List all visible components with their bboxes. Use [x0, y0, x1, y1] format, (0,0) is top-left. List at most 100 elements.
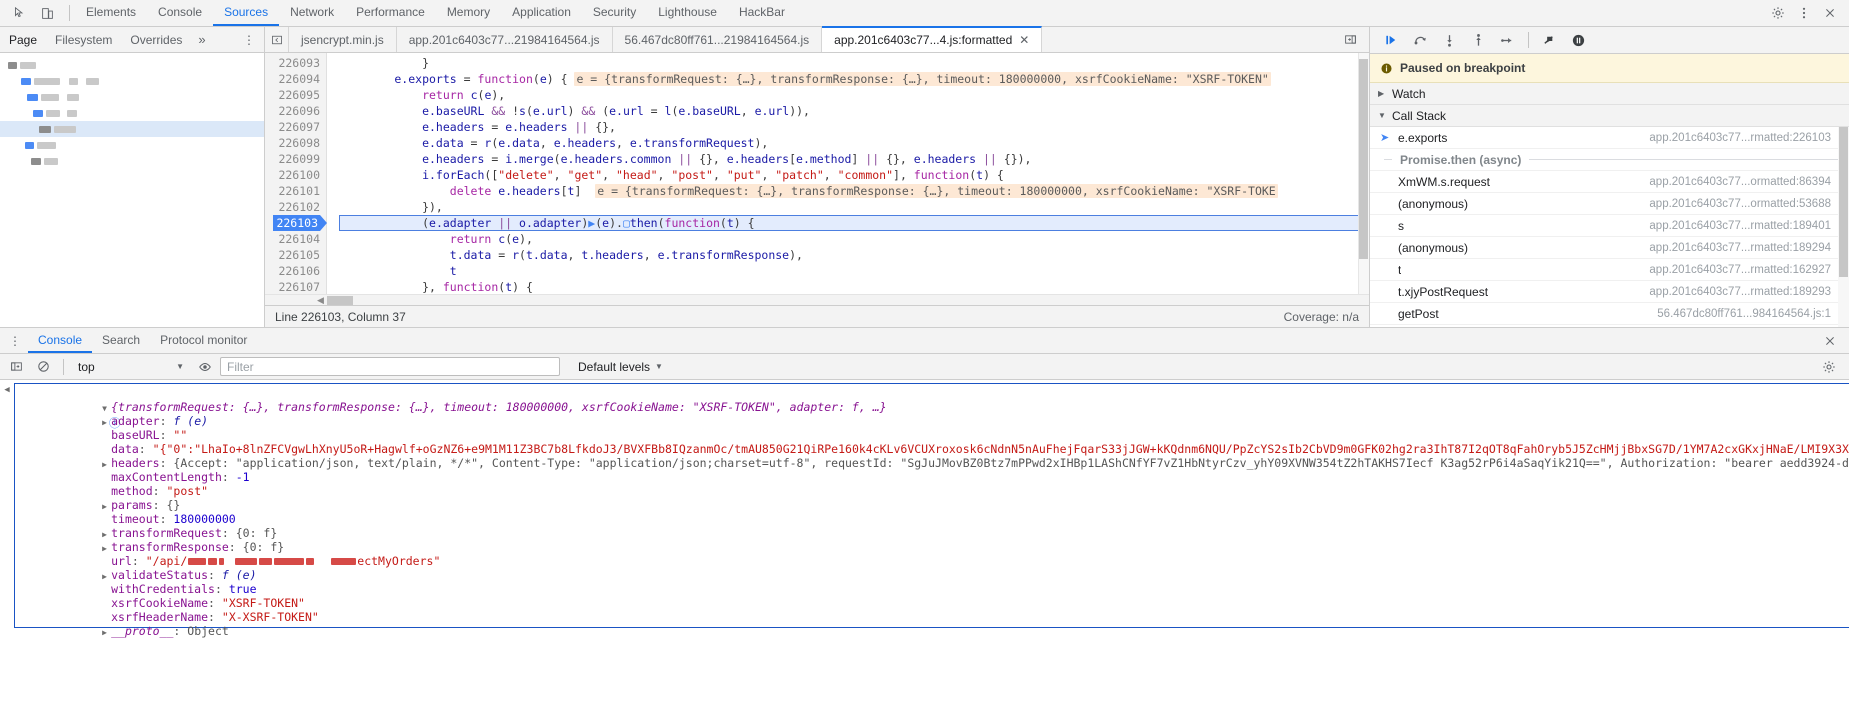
- object-property-row: baseURL: "": [111, 428, 188, 442]
- nav-tab-filesystem[interactable]: Filesystem: [46, 27, 121, 52]
- tab-network[interactable]: Network: [279, 0, 345, 26]
- call-stack-row[interactable]: (anonymous) app.201c6403c77...ormatted:5…: [1370, 193, 1849, 215]
- call-stack-row[interactable]: findInfo 56.467dc80ff761...984164564.js:…: [1370, 325, 1849, 327]
- line-number[interactable]: 226107: [273, 279, 320, 294]
- step-over-icon[interactable]: [1407, 29, 1434, 52]
- tab-performance[interactable]: Performance: [345, 0, 436, 26]
- editor-tab-jsencrypt[interactable]: jsencrypt.min.js: [289, 27, 397, 52]
- clear-console-icon[interactable]: [31, 356, 55, 377]
- line-number[interactable]: 226097: [273, 119, 320, 135]
- tab-security[interactable]: Security: [582, 0, 647, 26]
- editor-vertical-scroll-thumb[interactable]: [1359, 59, 1368, 259]
- object-property-row[interactable]: ▶ transformResponse: {0: f}: [15, 526, 1849, 554]
- editor-vertical-scrollbar[interactable]: [1358, 53, 1369, 294]
- watch-section-header[interactable]: ▶ Watch: [1370, 83, 1849, 105]
- drawer-tab-protocol-monitor[interactable]: Protocol monitor: [150, 328, 257, 353]
- line-number[interactable]: 226093: [273, 55, 320, 71]
- tree-item[interactable]: [0, 137, 264, 153]
- line-number[interactable]: 226102: [273, 199, 320, 215]
- tree-item[interactable]: [0, 105, 264, 121]
- call-stack-row[interactable]: s app.201c6403c77...rmatted:189401: [1370, 215, 1849, 237]
- file-tree[interactable]: [0, 53, 264, 327]
- line-number[interactable]: 226104: [273, 231, 320, 247]
- gear-icon[interactable]: [1817, 356, 1841, 377]
- console-output[interactable]: ◀ ▼ {transformRequest: {…}, transformResp…: [0, 380, 1849, 713]
- line-number[interactable]: 226100: [273, 167, 320, 183]
- device-toolbar-icon[interactable]: [34, 2, 60, 24]
- tab-sources[interactable]: Sources: [213, 0, 280, 26]
- nav-tab-overrides[interactable]: Overrides: [121, 27, 191, 52]
- call-stack-list[interactable]: ➤ e.exports app.201c6403c77...rmatted:22…: [1370, 127, 1849, 327]
- console-object-preview[interactable]: ▼ {transformRequest: {…}, transformRespon…: [14, 383, 1849, 638]
- nav-more-tabs-icon[interactable]: »: [191, 32, 212, 47]
- tab-hackbar[interactable]: HackBar: [728, 0, 796, 26]
- object-property-row[interactable]: ▶ transformRequest: {0: f}: [15, 512, 1849, 540]
- close-icon[interactable]: ✕: [1019, 34, 1029, 46]
- call-stack-row[interactable]: ➤ e.exports app.201c6403c77...rmatted:22…: [1370, 127, 1849, 149]
- line-number-gutter[interactable]: 226093 226094 226095 226096 226097 22609…: [265, 53, 327, 294]
- editor-horizontal-scroll-thumb[interactable]: [327, 296, 353, 305]
- gear-icon[interactable]: [1765, 2, 1791, 24]
- inspect-element-icon[interactable]: [6, 2, 32, 24]
- call-stack-row[interactable]: XmWM.s.request app.201c6403c77...ormatte…: [1370, 171, 1849, 193]
- console-context-selector[interactable]: top ▼: [72, 357, 190, 377]
- console-filter-input[interactable]: [220, 357, 560, 376]
- kebab-menu-icon[interactable]: [1791, 2, 1817, 24]
- call-stack-row[interactable]: getPost 56.467dc80ff761...984164564.js:1: [1370, 303, 1849, 325]
- tab-lighthouse[interactable]: Lighthouse: [647, 0, 728, 26]
- live-expression-icon[interactable]: [193, 356, 217, 377]
- line-number[interactable]: 226101: [273, 183, 320, 199]
- step-into-icon[interactable]: [1436, 29, 1463, 52]
- nav-tab-page[interactable]: Page: [0, 27, 46, 52]
- editor-tab-app-js[interactable]: app.201c6403c77...21984164564.js: [397, 27, 613, 52]
- call-stack-section-header[interactable]: ▼ Call Stack: [1370, 105, 1849, 127]
- call-stack-scrollbar[interactable]: [1838, 127, 1849, 327]
- call-stack-row[interactable]: t app.201c6403c77...rmatted:162927: [1370, 259, 1849, 281]
- line-number[interactable]: 226096: [273, 103, 320, 119]
- editor-tab-56-js[interactable]: 56.467dc80ff761...21984164564.js: [613, 27, 823, 52]
- step-icon[interactable]: [1494, 29, 1521, 52]
- close-icon[interactable]: [1817, 2, 1843, 24]
- deactivate-breakpoints-icon[interactable]: [1536, 29, 1563, 52]
- editor-tabs-nav-icon[interactable]: [265, 27, 289, 52]
- line-number[interactable]: 226094: [273, 71, 320, 87]
- tab-application[interactable]: Application: [501, 0, 582, 26]
- toggle-debugger-sidebar-icon[interactable]: [1337, 29, 1363, 51]
- line-number[interactable]: 226099: [273, 151, 320, 167]
- call-stack-row[interactable]: t.xjyPostRequest app.201c6403c77...rmatt…: [1370, 281, 1849, 303]
- tree-item[interactable]: [0, 73, 264, 89]
- resume-script-execution-icon[interactable]: [1378, 29, 1405, 52]
- close-icon[interactable]: [1817, 330, 1843, 352]
- navigator-kebab-menu-icon[interactable]: ⋮: [234, 33, 264, 47]
- line-number[interactable]: 226095: [273, 87, 320, 103]
- line-number[interactable]: 226105: [273, 247, 320, 263]
- step-out-icon[interactable]: [1465, 29, 1492, 52]
- tab-memory[interactable]: Memory: [436, 0, 501, 26]
- tab-console[interactable]: Console: [147, 0, 213, 26]
- line-number[interactable]: 226106: [273, 263, 320, 279]
- editor-horizontal-scrollbar[interactable]: ◀: [265, 294, 1369, 305]
- console-levels-selector[interactable]: Default levels ▼: [571, 357, 670, 377]
- drawer-tab-console[interactable]: Console: [28, 328, 93, 353]
- object-property-row[interactable]: ▶ params: {}: [15, 484, 1849, 512]
- call-stack-scroll-thumb[interactable]: [1839, 127, 1848, 277]
- pause-on-exceptions-icon[interactable]: [1565, 29, 1592, 52]
- tree-item[interactable]: [0, 89, 264, 105]
- drawer-kebab-menu-icon[interactable]: ⋮: [0, 334, 28, 348]
- chevron-right-icon[interactable]: ▶: [102, 626, 111, 640]
- tab-elements[interactable]: Elements: [75, 0, 147, 26]
- breakpoint-line-number[interactable]: 226103: [273, 215, 327, 231]
- scroll-left-icon[interactable]: ◀: [317, 295, 324, 306]
- tree-item-selected[interactable]: [0, 121, 264, 137]
- tree-item[interactable]: [0, 153, 264, 169]
- tree-item[interactable]: [0, 57, 264, 73]
- line-number[interactable]: 226098: [273, 135, 320, 151]
- editor-tab-app-formatted[interactable]: app.201c6403c77...4.js:formatted ✕: [822, 26, 1043, 52]
- show-console-sidebar-icon[interactable]: [4, 356, 28, 377]
- object-summary-row[interactable]: ▼ {transformRequest: {…}, transformRespon…: [15, 386, 1849, 430]
- console-message[interactable]: ◀ ▼ {transformRequest: {…}, transformResp…: [0, 382, 1849, 638]
- drawer-tab-search[interactable]: Search: [92, 328, 150, 353]
- code-lines[interactable]: } e.exports = function(e) { e = {transfo…: [327, 53, 1369, 294]
- call-stack-row[interactable]: (anonymous) app.201c6403c77...rmatted:18…: [1370, 237, 1849, 259]
- code-editor[interactable]: 226093 226094 226095 226096 226097 22609…: [265, 53, 1369, 294]
